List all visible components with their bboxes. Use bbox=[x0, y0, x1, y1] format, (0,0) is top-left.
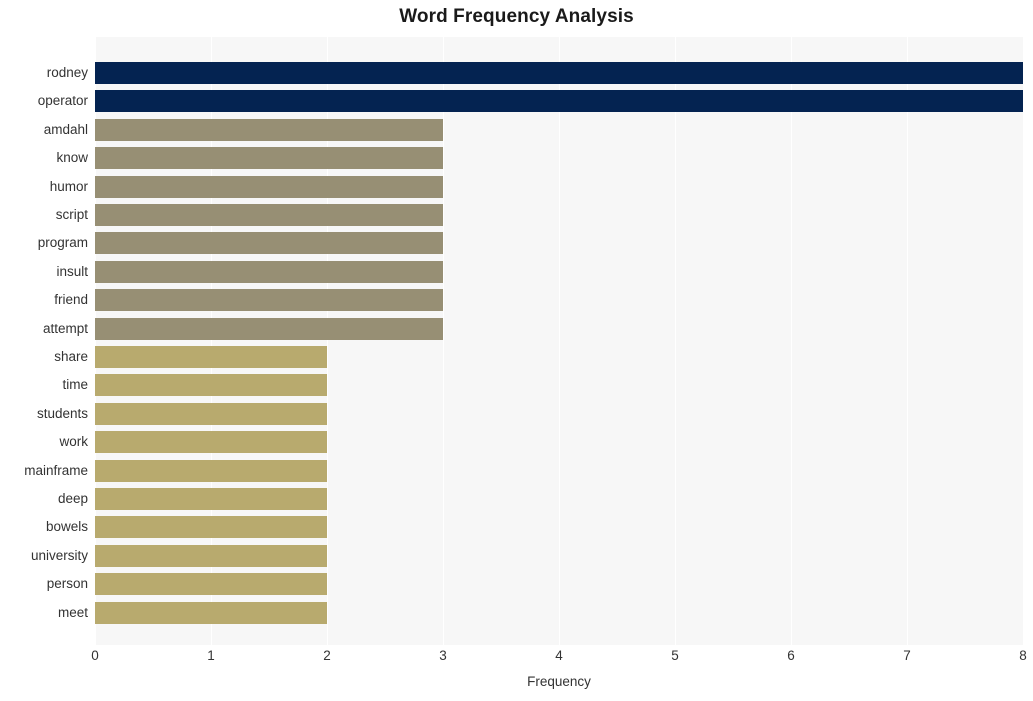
x-axis-tick-label: 6 bbox=[787, 648, 795, 663]
plot-area bbox=[95, 37, 1023, 645]
y-axis-tick-label: bowels bbox=[45, 519, 88, 535]
bar bbox=[95, 346, 327, 368]
y-axis-tick-label: deep bbox=[57, 491, 88, 506]
y-axis-tick-label: attempt bbox=[42, 320, 88, 336]
y-axis-tick-label: rodney bbox=[46, 65, 88, 80]
bar bbox=[95, 204, 443, 226]
bar bbox=[95, 175, 443, 198]
y-axis-tick-label: person bbox=[46, 576, 88, 592]
bar bbox=[95, 147, 443, 170]
y-axis-tick-label: time bbox=[62, 377, 88, 393]
y-axis-tick-label: amdahl bbox=[43, 121, 88, 137]
x-axis-tick-label: 3 bbox=[439, 648, 447, 663]
x-axis-tick-label: 2 bbox=[323, 648, 331, 663]
y-axis-tick-label: program bbox=[37, 235, 88, 251]
y-axis-tick-label: friend bbox=[54, 292, 88, 308]
y-axis-tick-label: share bbox=[54, 349, 88, 364]
x-axis-tick-label: 1 bbox=[207, 648, 215, 663]
bar bbox=[95, 516, 327, 539]
bar bbox=[95, 260, 443, 283]
x-axis-tick-label: 4 bbox=[555, 648, 563, 663]
word-frequency-chart: Word Frequency Analysis rodney operator am… bbox=[0, 0, 1033, 701]
y-axis-tick-label: humor bbox=[49, 178, 88, 194]
bar bbox=[95, 62, 1023, 84]
y-axis-tick-label: university bbox=[30, 547, 88, 563]
bar bbox=[95, 90, 1023, 113]
y-axis-tick-label: insult bbox=[56, 263, 88, 279]
x-axis-tick-label: 8 bbox=[1019, 648, 1027, 663]
bar bbox=[95, 118, 443, 141]
bar bbox=[95, 431, 327, 454]
bar bbox=[95, 488, 327, 510]
bar bbox=[95, 573, 327, 596]
bar bbox=[95, 317, 443, 340]
bar bbox=[95, 374, 327, 397]
bar bbox=[95, 232, 443, 255]
bar bbox=[95, 544, 327, 567]
x-axis-tick-label: 5 bbox=[671, 648, 679, 663]
chart-title: Word Frequency Analysis bbox=[399, 6, 634, 27]
x-axis-tick-labels: 0 1 2 3 4 5 6 7 8 bbox=[91, 648, 1027, 670]
y-axis-tick-label: mainframe bbox=[24, 462, 88, 478]
x-axis-label: Frequency bbox=[527, 674, 591, 689]
y-axis-tick-labels: rodney operator amdahl know humor script progr… bbox=[0, 37, 88, 645]
bars-layer bbox=[95, 37, 1023, 645]
y-axis-tick-label: meet bbox=[57, 604, 88, 620]
y-axis-tick-label: know bbox=[56, 150, 88, 166]
y-axis-tick-label: work bbox=[59, 434, 88, 450]
bar bbox=[95, 459, 327, 482]
y-axis-tick-label: script bbox=[55, 207, 88, 222]
bar bbox=[95, 289, 443, 312]
x-axis-tick-label: 0 bbox=[91, 648, 99, 663]
x-axis-tick-label: 7 bbox=[903, 648, 911, 663]
y-axis-tick-label: operator bbox=[37, 93, 88, 109]
bar bbox=[95, 402, 327, 425]
bar bbox=[95, 601, 327, 624]
y-axis-tick-label: students bbox=[36, 405, 88, 421]
